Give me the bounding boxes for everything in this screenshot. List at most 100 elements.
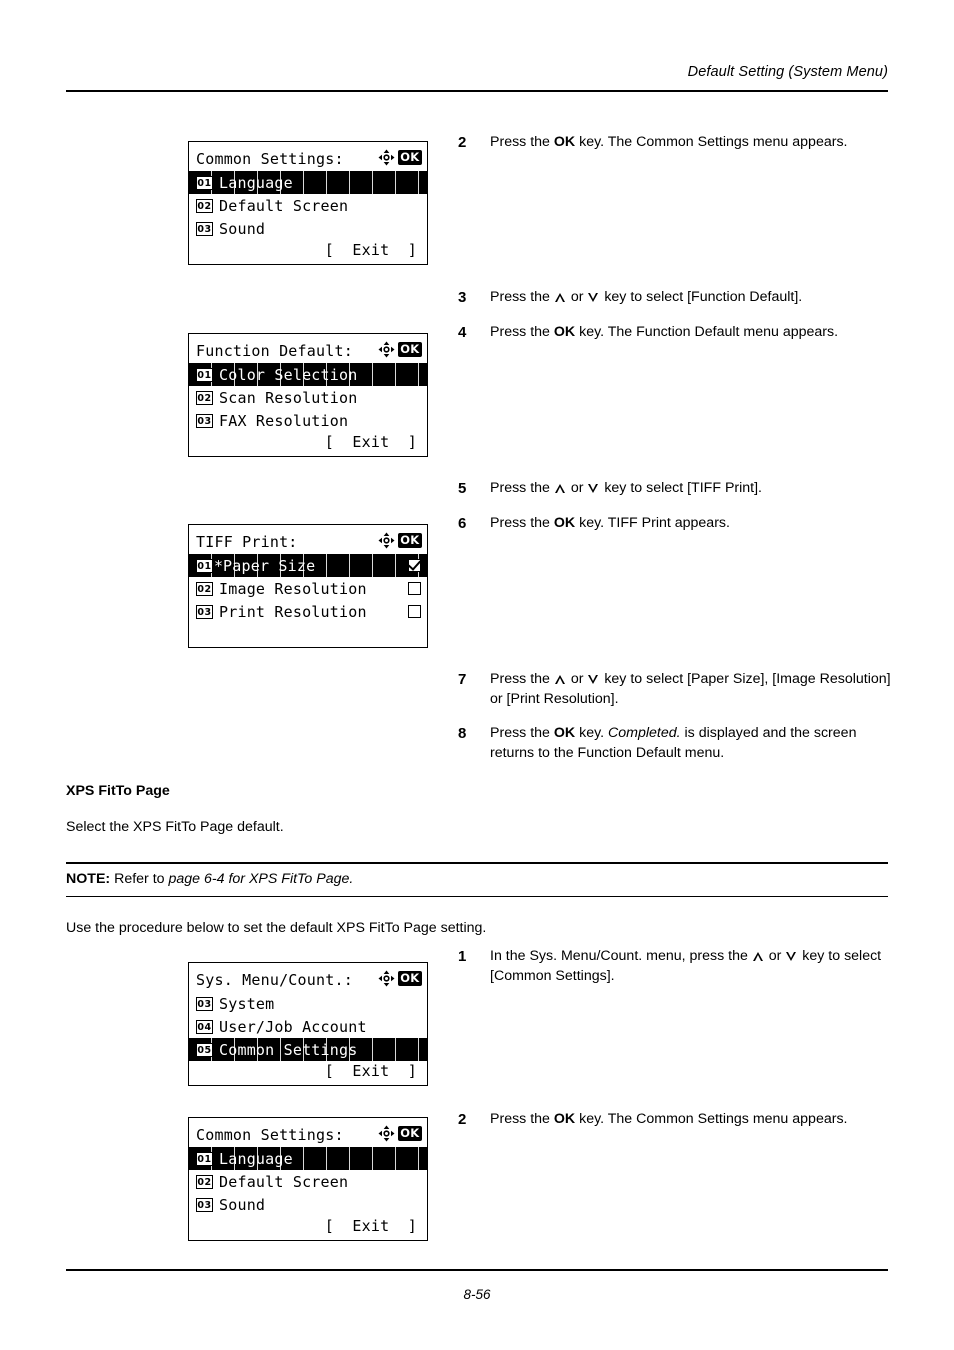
row-index-badge: 02 — [196, 1174, 213, 1189]
step-text-mid: or — [764, 948, 786, 964]
checkbox-checked-icon[interactable] — [408, 559, 421, 572]
four-way-arrow-icon — [378, 532, 395, 549]
checkbox-unchecked-icon[interactable] — [408, 605, 421, 618]
ok-key-label: OK — [553, 324, 576, 340]
arrow-up-icon — [554, 292, 566, 302]
row-label: User/Job Account — [219, 1017, 367, 1036]
lcd-row[interactable]: 02 Scan Resolution — [189, 386, 427, 409]
header-divider — [66, 90, 888, 92]
lcd-panel-function-default: Function Default: OK 01 Color Selection … — [188, 333, 428, 457]
row-label: Print Resolution — [219, 602, 367, 621]
default-marker-asterisk: * — [214, 556, 224, 575]
lcd-row[interactable]: 03 Sound — [189, 217, 427, 240]
lcd-panel-sys-menu-count: Sys. Menu/Count.: OK 03 System 04 User/J… — [188, 962, 428, 1086]
step-text-pre: Press the — [490, 134, 554, 150]
lcd-row[interactable]: 03 System — [189, 992, 427, 1015]
step-number: 6 — [458, 515, 467, 532]
page-header-title: Default Setting (System Menu) — [687, 64, 888, 80]
lcd-row[interactable]: 01 Language — [189, 1147, 427, 1170]
step-text-post: key to select [Function Default]. — [600, 289, 803, 305]
lcd-row-list: 03 System 04 User/Job Account 05 Common … — [189, 992, 427, 1061]
row-index-badge: 01 — [196, 175, 213, 190]
checkbox-unchecked-icon[interactable] — [408, 582, 421, 595]
arrow-up-icon — [752, 951, 764, 961]
lcd-row[interactable]: 02 Default Screen — [189, 194, 427, 217]
step-text-pre: Press the — [490, 1111, 554, 1127]
lcd-row[interactable]: 03 Print Resolution — [189, 600, 427, 623]
step-number: 1 — [458, 948, 467, 965]
step-text-mid: or — [566, 671, 588, 687]
ok-badge-icon: OK — [397, 971, 422, 986]
exit-softkey[interactable]: [ Exit ] — [189, 432, 417, 452]
row-label: Common Settings — [219, 1040, 358, 1059]
row-index-badge: 03 — [196, 604, 213, 619]
step-2-top: 2 Press the OK key. The Common Settings … — [458, 133, 898, 153]
lcd-row[interactable]: 01 Color Selection — [189, 363, 427, 386]
note-block: NOTE: Refer to page 6-4 for XPS FitTo Pa… — [66, 862, 888, 898]
completed-message: Completed. — [608, 725, 681, 741]
manual-page: Default Setting (System Menu) Common Set… — [0, 0, 954, 1350]
step-number: 2 — [458, 1111, 467, 1128]
row-index-badge: 04 — [196, 1019, 213, 1034]
lcd-panel-tiff-print: TIFF Print: OK 01 * Paper Size 02 Image … — [188, 524, 428, 648]
procedure-text: Use the procedure below to set the defau… — [66, 920, 487, 936]
section-intro-text: Select the XPS FitTo Page default. — [66, 819, 284, 835]
arrow-up-icon — [554, 483, 566, 493]
step-text: Press the or key to select [Function Def… — [490, 288, 898, 308]
row-label: Scan Resolution — [219, 388, 358, 407]
step-text-mid: or — [566, 480, 588, 496]
arrow-down-icon — [588, 292, 599, 302]
four-way-arrow-icon — [378, 1125, 395, 1142]
step-text-post: key. The Common Settings menu appears. — [575, 134, 848, 150]
section-heading: XPS FitTo Page — [66, 783, 170, 799]
row-label: Default Screen — [219, 196, 349, 215]
row-index-badge: 02 — [196, 581, 213, 596]
exit-softkey[interactable]: [ Exit ] — [189, 1061, 417, 1081]
step-number: 5 — [458, 480, 467, 497]
row-label: Language — [219, 173, 293, 192]
lcd-row[interactable]: 01 Language — [189, 171, 427, 194]
step-7: 7 Press the or key to select [Paper Size… — [458, 670, 898, 709]
ok-key-label: OK — [553, 515, 576, 531]
lcd-panel-common-settings-1: Common Settings: OK 01 Language 02 Defau… — [188, 141, 428, 265]
step-text-pre: Press the — [490, 725, 554, 741]
note-text: NOTE: Refer to page 6-4 for XPS FitTo Pa… — [66, 864, 888, 896]
step-text-mid: key. — [575, 725, 609, 741]
ok-key-label: OK — [553, 725, 576, 741]
row-label: FAX Resolution — [219, 411, 349, 430]
step-text: Press the OK key. The Common Settings me… — [490, 133, 898, 153]
lcd-panel-common-settings-2: Common Settings: OK 01 Language 02 Defau… — [188, 1117, 428, 1241]
lcd-row[interactable]: 02 Image Resolution — [189, 577, 427, 600]
step-text-mid: or — [566, 289, 588, 305]
lcd-row[interactable]: 04 User/Job Account — [189, 1015, 427, 1038]
lcd-row[interactable]: 05 Common Settings — [189, 1038, 427, 1061]
step-text: Press the OK key. The Common Settings me… — [490, 1110, 898, 1130]
lcd-row[interactable]: 03 Sound — [189, 1193, 427, 1216]
row-index-badge: 03 — [196, 996, 213, 1011]
step-8: 8 Press the OK key. Completed. is displa… — [458, 724, 898, 763]
step-5: 5 Press the or key to select [TIFF Print… — [458, 479, 898, 499]
row-index-badge: 02 — [196, 390, 213, 405]
lcd-row[interactable]: 02 Default Screen — [189, 1170, 427, 1193]
row-label: Default Screen — [219, 1172, 349, 1191]
step-6: 6 Press the OK key. TIFF Print appears. — [458, 514, 898, 534]
step-text: Press the OK key. TIFF Print appears. — [490, 514, 898, 534]
lcd-row[interactable]: 01 * Paper Size — [189, 554, 427, 577]
lcd-row[interactable]: 03 FAX Resolution — [189, 409, 427, 432]
row-label: Language — [219, 1149, 293, 1168]
ok-key-label: OK — [553, 1111, 576, 1127]
exit-softkey[interactable]: [ Exit ] — [189, 1216, 417, 1236]
step-text-pre: Press the — [490, 289, 554, 305]
row-index-badge: 05 — [196, 1042, 213, 1057]
step-number: 4 — [458, 324, 467, 341]
step-2-bottom: 2 Press the OK key. The Common Settings … — [458, 1110, 898, 1130]
step-text-post: key. TIFF Print appears. — [575, 515, 730, 531]
row-index-badge: 03 — [196, 413, 213, 428]
step-text-pre: Press the — [490, 515, 554, 531]
exit-softkey[interactable]: [ Exit ] — [189, 240, 417, 260]
step-4: 4 Press the OK key. The Function Default… — [458, 323, 898, 343]
lcd-row-list: 01 Language 02 Default Screen 03 Sound — [189, 171, 427, 240]
note-reference: page 6-4 for XPS FitTo Page. — [168, 870, 354, 887]
lcd-row-list: 01 Language 02 Default Screen 03 Sound — [189, 1147, 427, 1216]
step-1-bottom: 1 In the Sys. Menu/Count. menu, press th… — [458, 947, 898, 986]
